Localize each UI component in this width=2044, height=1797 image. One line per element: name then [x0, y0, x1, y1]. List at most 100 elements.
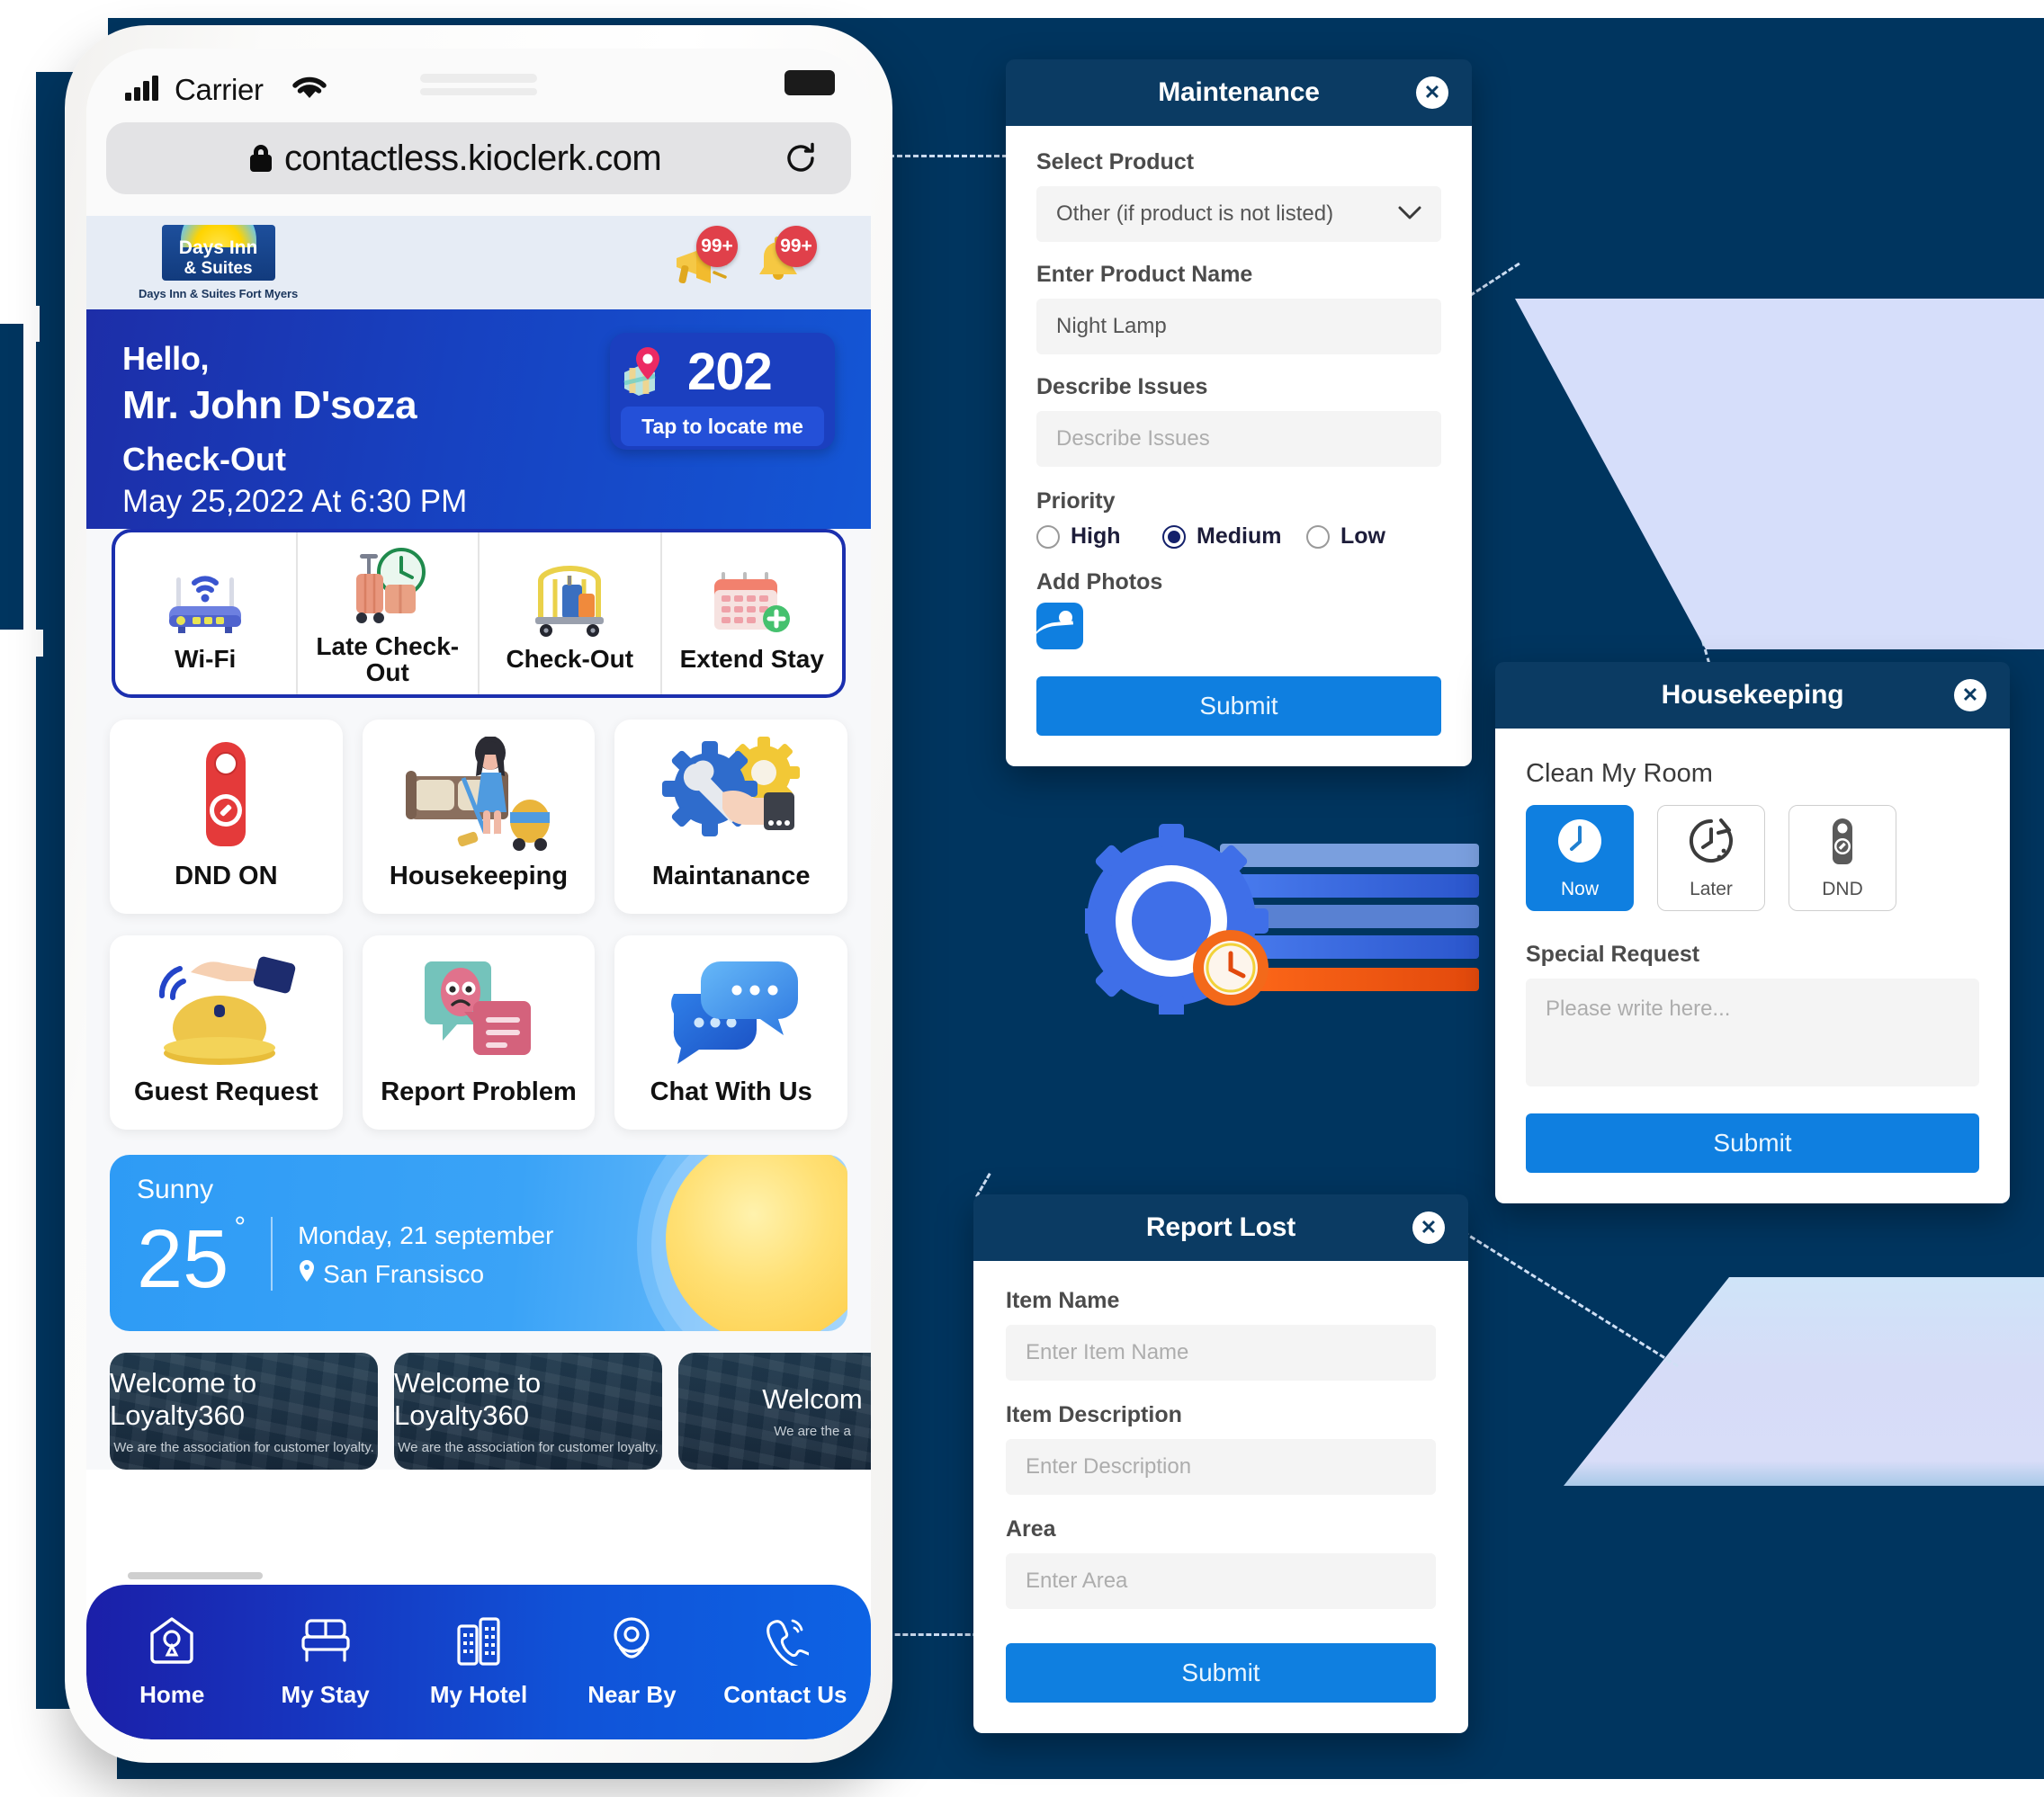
checkout-datetime: May 25,2022 At 6:30 PM	[122, 484, 468, 519]
loyalty-title: Welcome to Loyalty360	[110, 1367, 257, 1431]
nav-item-home[interactable]: Home	[95, 1615, 248, 1709]
luggage-cart-icon	[523, 554, 616, 638]
quick-action-extend-stay[interactable]: Extend Stay	[662, 532, 843, 694]
area-input[interactable]: Enter Area	[1006, 1553, 1436, 1609]
product-name-label: Enter Product Name	[1036, 262, 1253, 287]
describe-issues-input[interactable]: Describe Issues	[1036, 411, 1441, 467]
hotel-logo: Days Inn & Suites Days Inn & Suites Fort…	[139, 225, 298, 300]
status-bar: Carrier	[86, 49, 871, 119]
priority-radio-group: High Medium Low	[1036, 523, 1441, 550]
priority-option-medium[interactable]: Medium	[1162, 523, 1306, 550]
housekeeping-modal-header: Housekeeping ✕	[1495, 662, 2010, 729]
service-bell-icon	[149, 948, 302, 1074]
maintenance-modal-header: Maintenance ✕	[1006, 59, 1472, 126]
bell-badge: 99+	[775, 226, 817, 267]
close-icon[interactable]: ✕	[1416, 76, 1448, 109]
loyalty-subtitle: We are the association for customer loya…	[113, 1440, 374, 1455]
quick-action-late-checkout[interactable]: Late Check-Out	[298, 532, 480, 694]
bell-icon[interactable]: 99+	[749, 226, 817, 291]
wrench-gear-icon	[659, 732, 803, 858]
connector-line-reportlost	[887, 1633, 986, 1636]
reload-icon[interactable]	[783, 140, 819, 176]
nav-item-my-stay[interactable]: My Stay	[248, 1615, 401, 1709]
signal-icon	[124, 75, 160, 106]
logo-line-2: & Suites	[184, 258, 253, 278]
nav-label: My Hotel	[429, 1681, 528, 1708]
tile-dnd[interactable]: DND ON	[110, 720, 343, 914]
quick-action-label: Extend Stay	[679, 645, 824, 674]
room-locator-card[interactable]: 202 Tap to locate me	[610, 333, 835, 450]
browser-chrome: contactless.kioclerk.com	[86, 119, 871, 216]
select-product-label: Select Product	[1036, 149, 1195, 174]
speaker-notch-shadow	[420, 88, 537, 95]
priority-label-low: Low	[1340, 523, 1385, 549]
chevron-down-icon	[1398, 201, 1421, 227]
clock-icon	[1555, 817, 1604, 870]
weather-card[interactable]: Sunny 25 ° Monday, 21 september San Fran…	[110, 1155, 847, 1331]
maintenance-modal: Maintenance ✕ Select Product Other (if p…	[1006, 59, 1472, 766]
product-name-input[interactable]: Night Lamp	[1036, 299, 1441, 354]
quick-actions-bar: Wi-Fi Late Check-Out Check-Out Extend St…	[112, 529, 846, 698]
tile-report-problem[interactable]: Report Problem	[362, 935, 596, 1130]
priority-option-high[interactable]: High	[1036, 523, 1162, 550]
special-request-textarea[interactable]: Please write here...	[1526, 979, 1979, 1086]
quick-action-label: Check-Out	[506, 645, 634, 674]
maintenance-submit-button[interactable]: Submit	[1036, 676, 1441, 736]
priority-label-high: High	[1071, 523, 1121, 549]
loyalty-title: Welcom	[762, 1383, 863, 1415]
add-image-icon[interactable]	[1036, 603, 1083, 649]
loyalty-card[interactable]: Welcome to Loyalty360 We are the associa…	[394, 1353, 662, 1470]
item-name-placeholder: Enter Item Name	[1026, 1340, 1189, 1364]
tile-maintenance[interactable]: Maintanance	[614, 720, 848, 914]
housekeeping-option-label: DND	[1822, 878, 1863, 899]
carrier-label: Carrier	[175, 73, 264, 106]
report-lost-submit-button[interactable]: Submit	[1006, 1643, 1436, 1703]
report-lost-modal-header: Report Lost ✕	[973, 1194, 1468, 1261]
housekeeping-option-now[interactable]: Now	[1526, 805, 1634, 911]
housekeeping-submit-button[interactable]: Submit	[1526, 1113, 1979, 1173]
loyalty-card[interactable]: Welcom We are the a	[678, 1353, 871, 1470]
nav-item-my-hotel[interactable]: My Hotel	[402, 1615, 555, 1709]
loyalty-subtitle: We are the a	[774, 1424, 851, 1439]
quick-action-checkout[interactable]: Check-Out	[480, 532, 662, 694]
tile-housekeeping[interactable]: Housekeeping	[362, 720, 596, 914]
router-icon	[158, 554, 252, 637]
tile-label: Housekeeping	[389, 862, 569, 890]
logo-line-1: Days Inn	[178, 237, 258, 258]
item-name-input[interactable]: Enter Item Name	[1006, 1325, 1436, 1381]
radio-icon-selected	[1162, 524, 1186, 549]
phone-screen: Carrier contactless.kioclerk.com Days In…	[86, 49, 871, 1739]
nav-item-contact-us[interactable]: Contact Us	[709, 1615, 862, 1709]
room-number: 202	[687, 342, 773, 401]
priority-option-low[interactable]: Low	[1306, 523, 1385, 550]
nav-label: Contact Us	[723, 1681, 847, 1708]
tile-label: Guest Request	[134, 1077, 318, 1106]
quick-action-wifi[interactable]: Wi-Fi	[115, 532, 298, 694]
tile-chat-with-us[interactable]: Chat With Us	[614, 935, 848, 1130]
quick-actions-wrap: Wi-Fi Late Check-Out Check-Out Extend St…	[86, 529, 871, 698]
housekeeping-option-dnd[interactable]: DND	[1788, 805, 1896, 911]
tile-guest-request[interactable]: Guest Request	[110, 935, 343, 1130]
tile-label: Report Problem	[381, 1077, 577, 1106]
backdrop-step-mid	[0, 324, 23, 648]
cleaning-icon	[393, 732, 564, 858]
add-photos-label: Add Photos	[1036, 569, 1163, 595]
loyalty-carousel[interactable]: Welcome to Loyalty360 We are the associa…	[86, 1331, 871, 1470]
loyalty-card[interactable]: Welcome to Loyalty360 We are the associa…	[110, 1353, 378, 1470]
location-pin-icon	[298, 1259, 316, 1289]
address-bar[interactable]: contactless.kioclerk.com	[106, 122, 851, 194]
locate-me-button[interactable]: Tap to locate me	[621, 407, 824, 446]
door-hanger-icon	[187, 732, 264, 858]
weather-location: San Fransisco	[323, 1259, 485, 1288]
door-hanger-icon	[1824, 817, 1860, 870]
describe-issues-placeholder: Describe Issues	[1056, 426, 1210, 451]
sad-chat-icon	[416, 948, 542, 1074]
select-product-dropdown[interactable]: Other (if product is not listed)	[1036, 186, 1441, 242]
nav-label: Home	[139, 1681, 205, 1708]
close-icon[interactable]: ✕	[1412, 1211, 1445, 1244]
item-description-input[interactable]: Enter Description	[1006, 1439, 1436, 1495]
housekeeping-option-later[interactable]: Later	[1657, 805, 1765, 911]
megaphone-icon[interactable]: 99+	[669, 226, 738, 291]
nav-item-near-by[interactable]: Near By	[555, 1615, 708, 1709]
close-icon[interactable]: ✕	[1954, 679, 1986, 711]
